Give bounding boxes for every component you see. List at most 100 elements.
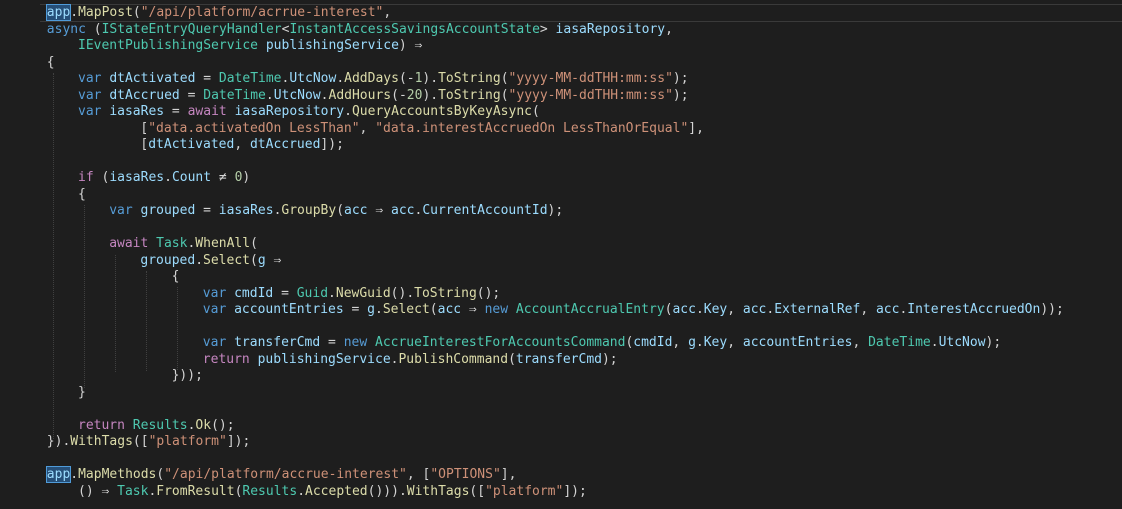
code-token-control: await [109,236,149,251]
code-token-plain: } [78,384,86,400]
code-token-plain: (- [398,71,415,86]
code-line[interactable]: var iasaRes = await iasaRepository.Query… [0,104,1122,121]
code-token-variable: iasaRes [109,104,165,119]
code-token-keyword: var [78,87,102,103]
code-token-plain: )); [1040,302,1064,317]
code-token-keyword: var [202,302,227,317]
code-token-plain: , [383,5,392,20]
code-line[interactable]: return Results.Ok(); [0,418,1122,435]
code-token-plain: { [78,186,86,202]
code-editor[interactable]: app.MapPost("/api/platform/acrrue-intere… [0,0,1122,509]
code-line[interactable]: ["data.activatedOn LessThan", "data.inte… [0,121,1122,138]
code-line[interactable]: grouped.Select(g ⇒ [0,253,1122,270]
code-token-keyword: var [202,285,227,301]
code-line[interactable]: IEventPublishingService publishingServic… [0,38,1122,55]
code-token-plain: ); [672,71,689,86]
code-line[interactable]: [dtActivated, dtAccrued]); [0,137,1122,154]
code-token-plain: ( [132,5,141,20]
code-line[interactable]: return publishingService.PublishCommand(… [0,352,1122,369]
code-token-type: DateTime [868,335,931,350]
code-token-variable: accountEntries [742,335,853,350]
code-token-plain: = [320,335,344,350]
code-line[interactable]: }).WithTags(["platform"]); [0,434,1122,451]
code-line[interactable]: } [0,385,1122,402]
code-token-plain: ( [500,71,509,86]
code-line[interactable]: var accountEntries = g.Select(acc ⇒ new … [0,302,1122,319]
code-token-plain: > [539,21,556,37]
code-token-plain: = [164,104,188,119]
code-token-method: NewGuid [335,285,391,301]
code-token-plain: ) [242,170,251,185]
code-line[interactable] [0,401,1122,418]
code-token-variable: Key [703,302,728,317]
code-token-keyword: var [78,104,102,119]
code-token-variable: acc [742,302,767,317]
code-token-number: 20 [406,87,423,103]
code-line[interactable] [0,220,1122,237]
code-line[interactable]: var cmdId = Guid.NewGuid().ToString(); [0,286,1122,303]
code-token-string: "/api/platform/accrue-interest" [164,467,407,482]
code-lines[interactable]: app.MapPost("/api/platform/acrrue-intere… [0,4,1122,501]
code-line[interactable]: async (IStateEntryQueryHandler<InstantAc… [0,22,1122,39]
code-token-plain: . [70,5,79,20]
code-token-keyword: new [343,335,368,350]
code-token-variable: UtcNow [938,335,986,350]
code-token-plain: ], [500,467,517,482]
code-token-plain: . [70,467,79,482]
code-token-variable: Key [703,335,728,350]
code-token-string: "platform" [485,483,564,499]
code-token-variable: iasaRes [109,170,165,185]
code-token-type: DateTime [203,87,266,103]
code-line[interactable] [0,154,1122,171]
code-token-string: "data.interestAccruedOn LessThanOrEqual" [375,120,689,136]
code-token-plain: , [852,335,869,350]
code-token-string: "yyyy-MM-ddTHH:mm:ss" [508,87,673,103]
code-token-variable: InterestAccruedOn [907,302,1041,317]
code-token-method: Accepted [305,483,368,499]
code-line[interactable]: })); [0,368,1122,385]
code-line[interactable]: { [0,187,1122,204]
code-line[interactable]: { [0,55,1122,72]
code-token-plain: ≠ [211,170,235,185]
code-line[interactable]: app.MapMethods("/api/platform/accrue-int… [0,466,1122,484]
code-line[interactable]: var grouped = iasaRes.GroupBy(acc ⇒ acc.… [0,203,1122,220]
code-token-plain: ); [601,351,618,367]
code-token-plain: , [665,21,673,37]
code-token-string: "/api/platform/acrrue-interest" [140,5,384,20]
code-token-plain: (); [476,285,501,301]
code-token-variable: Count [171,170,212,185]
code-line[interactable]: var dtActivated = DateTime.UtcNow.AddDay… [0,71,1122,88]
code-token-variable: grouped [140,252,196,268]
code-line[interactable]: var transferCmd = new AccrueInterestForA… [0,335,1122,352]
code-token-plain: . [336,71,345,86]
code-token-variable: dtAccrued [249,137,321,152]
code-token-plain: , [234,137,250,152]
code-token-variable: acc [344,203,368,218]
code-line[interactable]: await Task.WhenAll( [0,236,1122,253]
code-token-keyword: var [109,203,133,218]
code-line[interactable] [0,451,1122,468]
code-token-method: ToString [414,285,477,301]
code-token-variable: transferCmd [234,335,321,350]
code-token-plain: . [164,170,172,185]
code-line[interactable]: { [0,269,1122,286]
code-token-variable: iasaRepository [555,21,666,37]
code-token-plain: ( [85,21,102,37]
code-token-plain: ). [422,71,439,86]
code-line[interactable]: app.MapPost("/api/platform/acrrue-intere… [0,4,1122,22]
code-token-plain: . [695,335,704,350]
code-token-type: AccrueInterestForAccountsCommand [375,335,626,350]
code-token-control: return [202,351,250,367]
code-token-string: "yyyy-MM-ddTHH:mm:ss" [508,71,673,86]
code-line[interactable]: var dtAccrued = DateTime.UtcNow.AddHours… [0,88,1122,105]
code-line[interactable]: if (iasaRes.Count ≠ 0) [0,170,1122,187]
code-token-variable: cmdId [234,285,274,301]
code-token-plain: , [672,335,689,350]
code-line[interactable]: () ⇒ Task.FromResult(Results.Accepted())… [0,484,1122,501]
code-line[interactable] [0,319,1122,336]
